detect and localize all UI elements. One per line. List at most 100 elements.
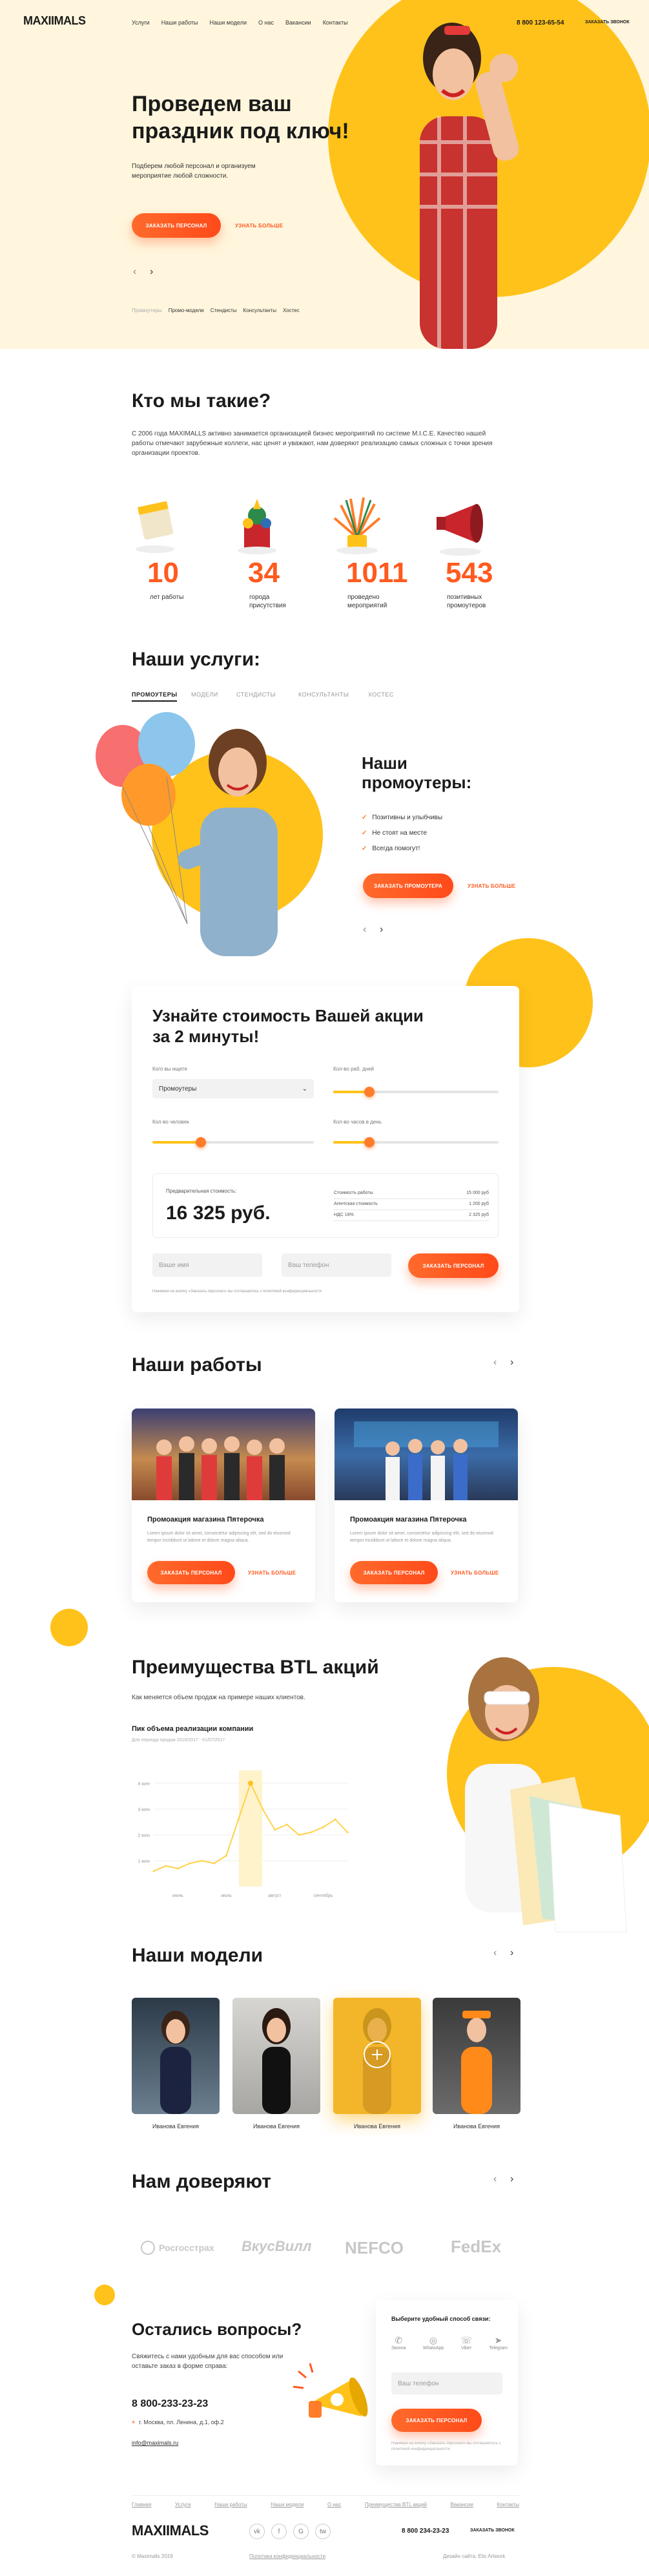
model-card[interactable]: Иванова Евгения: [132, 1998, 220, 2140]
works-next-arrow[interactable]: ›: [510, 1357, 513, 1368]
facebook-icon[interactable]: f: [271, 2524, 287, 2539]
method-telegram[interactable]: ➤ Telegram: [489, 2335, 508, 2351]
models-next-arrow[interactable]: ›: [510, 1947, 513, 1959]
contact-email[interactable]: info@maximals.ru: [132, 2440, 178, 2446]
footer-link-contacts[interactable]: Контакты: [497, 2502, 519, 2508]
tab-consultants[interactable]: КОНСУЛЬТАНТЫ: [298, 691, 349, 698]
works-prev-arrow[interactable]: ‹: [493, 1357, 497, 1368]
nav-item-contacts[interactable]: Контакты: [323, 19, 348, 26]
model-card[interactable]: Иванова Евгения: [433, 1998, 520, 2140]
trust-prev-arrow[interactable]: ‹: [493, 2173, 497, 2185]
work-card: Промоакция магазина Пятерочка Lorem ipsu…: [132, 1408, 315, 1602]
services-tabs: ПРОМОУТЕРЫ МОДЕЛИ СТЕНДИСТЫ КОНСУЛЬТАНТЫ…: [132, 691, 519, 704]
model-card[interactable]: Иванова Евгения: [232, 1998, 320, 2140]
nav-item-models[interactable]: Наши модели: [210, 19, 247, 26]
tab-promoters-underline: [132, 700, 177, 702]
models-prev-arrow[interactable]: ‹: [493, 1947, 497, 1959]
services-next-arrow[interactable]: ›: [380, 924, 383, 936]
footer-link-models[interactable]: Наши модели: [271, 2502, 304, 2508]
method-call[interactable]: ✆ Звонок: [391, 2335, 406, 2351]
location-icon: ⌖: [132, 2419, 136, 2425]
stat-cities-label: города присутствия: [249, 594, 286, 609]
header-logo[interactable]: MAXIIMALS: [23, 14, 86, 28]
nav-item-about[interactable]: О нас: [258, 19, 274, 26]
services-prev-arrow[interactable]: ‹: [363, 924, 366, 936]
calc-estimate-value: 16 325 руб.: [166, 1202, 271, 1224]
footer-link-home[interactable]: Главная: [132, 2502, 151, 2508]
client-logo: ВкусВилл: [242, 2238, 312, 2254]
tab-standists[interactable]: СТЕНДИСТЫ: [236, 691, 276, 698]
slider-handle[interactable]: [364, 1087, 375, 1097]
calc-people-slider[interactable]: [152, 1137, 314, 1147]
chip-standists[interactable]: Стендисты: [211, 308, 237, 313]
services-more-link[interactable]: УЗНАТЬ БОЛЬШЕ: [468, 883, 515, 889]
chart-point: [177, 1867, 179, 1870]
work-more-link[interactable]: УЗНАТЬ БОЛЬШЕ: [451, 1570, 499, 1576]
footer-link-services[interactable]: Услуги: [175, 2502, 191, 2508]
calc-line: Агентская стоимость 1 200 руб: [334, 1199, 489, 1210]
footer-phone[interactable]: 8 800 234-23-23: [402, 2528, 449, 2535]
trust-title: Нам доверяют: [132, 2171, 271, 2192]
tab-hostess[interactable]: ХОСТЕС: [368, 691, 394, 698]
model-photo: [132, 1998, 220, 2114]
work-more-link[interactable]: УЗНАТЬ БОЛЬШЕ: [248, 1570, 296, 1576]
calc-hours-slider[interactable]: [333, 1137, 499, 1147]
header-callback-link[interactable]: ЗАКАЗАТЬ ЗВОНОК: [585, 20, 630, 25]
calc-submit-button[interactable]: ЗАКАЗАТЬ ПЕРСОНАЛ: [408, 1253, 499, 1278]
model-card[interactable]: Иванова Евгения: [333, 1998, 421, 2140]
nav-item-services[interactable]: Услуги: [132, 19, 150, 26]
stat-icon-kremlin: [231, 496, 283, 556]
contact-submit-button[interactable]: ЗАКАЗАТЬ ПЕРСОНАЛ: [391, 2409, 482, 2432]
chip-consultants[interactable]: Консультанты: [243, 308, 276, 313]
method-viber[interactable]: ☏ Viber: [460, 2335, 472, 2351]
calculator-card: Узнайте стоимость Вашей акции за 2 минут…: [132, 986, 519, 1312]
footer-callback-link[interactable]: ЗАКАЗАТЬ ЗВОНОК: [470, 2528, 515, 2533]
hero-next-arrow[interactable]: ›: [150, 266, 153, 278]
chip-hostess[interactable]: Хостес: [283, 308, 300, 313]
footer-link-vacancies[interactable]: Вакансии: [451, 2502, 473, 2508]
vk-icon[interactable]: vk: [249, 2524, 265, 2539]
twitter-icon[interactable]: tw: [315, 2524, 331, 2539]
work-photo: [335, 1408, 518, 1500]
footer-link-advantages[interactable]: Преимущества BTL акций: [365, 2502, 427, 2508]
calc-days-slider[interactable]: [333, 1087, 499, 1097]
footer-privacy-link[interactable]: Политика конфиденциальности: [249, 2553, 325, 2559]
model-name: Иванова Евгения: [152, 2123, 200, 2130]
google-icon[interactable]: G: [293, 2524, 309, 2539]
slider-handle[interactable]: [196, 1137, 206, 1147]
work-order-button[interactable]: ЗАКАЗАТЬ ПЕРСОНАЛ: [147, 1561, 235, 1584]
hero-prev-arrow[interactable]: ‹: [133, 266, 136, 278]
hero-more-link[interactable]: УЗНАТЬ БОЛЬШЕ: [235, 223, 283, 229]
chart-title: Пик объема реализации компании: [132, 1725, 254, 1733]
header-phone[interactable]: 8 800 123-65-54: [517, 19, 564, 26]
chip-promoters[interactable]: Промоутеры: [132, 308, 162, 313]
calc-phone-input[interactable]: Ваш телефон: [282, 1253, 391, 1277]
model-name: Иванова Евгения: [353, 2123, 401, 2130]
footer-link-about[interactable]: О нас: [327, 2502, 341, 2508]
calc-who-select[interactable]: Промоутеры ⌄: [152, 1079, 314, 1098]
slider-handle[interactable]: [364, 1137, 375, 1147]
contact-phone[interactable]: 8 800-233-23-23: [132, 2398, 208, 2410]
method-whatsapp[interactable]: ◎ WhatsApp: [423, 2335, 444, 2351]
nav-item-vacancies[interactable]: Вакансии: [285, 19, 311, 26]
chart-svg: 4 млн 3 млн 2 млн 1 млн июнь июль август сентяб…: [138, 1770, 349, 1898]
stat-promoters-value: 543: [446, 557, 493, 589]
hero-order-button[interactable]: ЗАКАЗАТЬ ПЕРСОНАЛ: [132, 213, 221, 238]
client-logos: Росгосстрах ВкусВилл NEFCO FedEx: [132, 2236, 519, 2261]
tab-models[interactable]: МОДЕЛИ: [191, 691, 218, 698]
check-icon: ✓: [362, 845, 367, 852]
footer-link-works[interactable]: Наши работы: [214, 2502, 247, 2508]
trust-next-arrow[interactable]: ›: [510, 2173, 513, 2185]
work-order-button[interactable]: ЗАКАЗАТЬ ПЕРСОНАЛ: [350, 1561, 438, 1584]
chip-promo-models[interactable]: Промо-модели: [169, 308, 204, 313]
contact-phone-input[interactable]: Ваш телефон: [391, 2372, 502, 2394]
footer-logo[interactable]: MAXIIMALS: [132, 2522, 209, 2539]
footer-credit: Дизайн сайта: Elis Artwork: [443, 2553, 506, 2559]
hero-chips: Промоутеры Промо-модели Стендисты Консул…: [132, 308, 300, 313]
services-order-button[interactable]: ЗАКАЗАТЬ ПРОМОУТЕРА: [363, 874, 453, 898]
tab-promoters[interactable]: ПРОМОУТЕРЫ: [132, 691, 178, 698]
calc-name-input[interactable]: Ваше имя: [152, 1253, 262, 1277]
slider-fill: [152, 1141, 201, 1144]
calc-line: Стоимость работы 15 000 руб: [334, 1188, 489, 1199]
nav-item-works[interactable]: Наши работы: [161, 19, 198, 26]
